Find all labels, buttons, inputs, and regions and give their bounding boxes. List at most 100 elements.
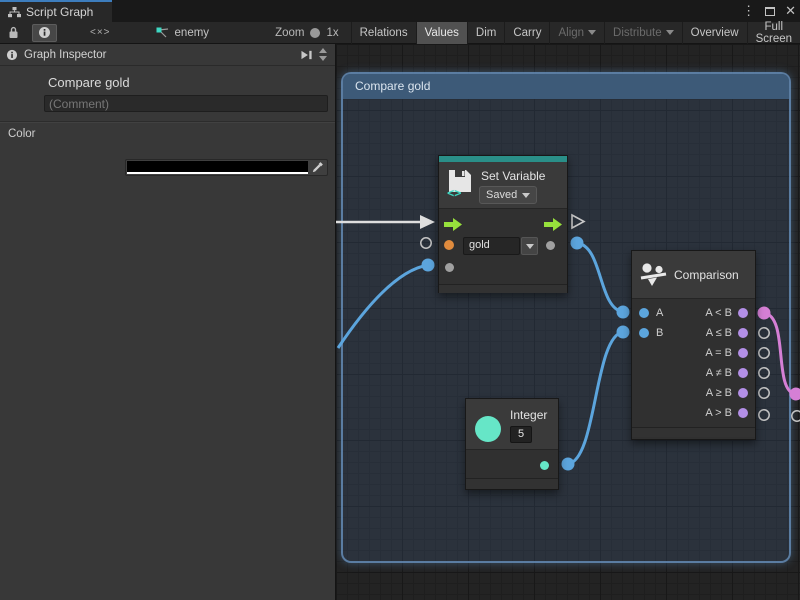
chevron-down-icon (522, 193, 530, 198)
tab-label: Script Graph (26, 5, 93, 19)
port-value-out[interactable] (546, 241, 555, 250)
relations-button[interactable]: Relations (352, 22, 417, 44)
node-title: Comparison (674, 268, 739, 282)
node-footer (439, 284, 567, 293)
close-icon[interactable]: ✕ (785, 0, 796, 22)
port-open-offscreen[interactable] (792, 411, 800, 421)
carry-button[interactable]: Carry (505, 22, 550, 44)
code-view-icon: <×> (90, 27, 111, 38)
svg-text:<>: <> (447, 186, 461, 199)
node-set-variable[interactable]: <> Set Variable Saved gold (438, 155, 568, 293)
port-out-equal[interactable] (738, 348, 748, 358)
control-out-port-icon[interactable] (544, 218, 562, 231)
info-icon (6, 49, 18, 61)
port-out-not-equal[interactable] (738, 368, 748, 378)
overview-button[interactable]: Overview (683, 22, 748, 44)
port-integer-out[interactable] (540, 461, 549, 470)
color-swatch[interactable] (127, 161, 308, 174)
code-view-button[interactable]: <×> (85, 24, 116, 42)
panel-scroll-arrows[interactable] (319, 48, 329, 61)
graph-title: Compare gold (48, 75, 335, 90)
divider (0, 121, 335, 123)
port-value-in[interactable] (445, 263, 454, 272)
graph-inspector-header: Graph Inspector (0, 44, 335, 66)
chevron-down-icon (666, 30, 674, 35)
port-out-greater-equal[interactable] (738, 388, 748, 398)
port-input-b[interactable] (639, 328, 649, 338)
input-b-label: B (656, 327, 663, 339)
node-footer (632, 427, 755, 437)
eyedropper-button[interactable] (308, 160, 327, 175)
port-blue-comparison-a[interactable] (617, 306, 630, 319)
eyedropper-icon (311, 161, 324, 174)
scroll-up-icon[interactable] (319, 48, 327, 53)
node-comparison[interactable]: Comparison A A < B B A ≤ B A = B (631, 250, 756, 440)
port-input-a[interactable] (639, 308, 649, 318)
input-a-label: A (656, 307, 663, 319)
node-title: Set Variable (481, 169, 545, 183)
node-title: Integer (510, 408, 547, 422)
port-open-comparison-gt[interactable] (759, 410, 769, 420)
port-blue-comparison-b[interactable] (617, 326, 630, 339)
graph-inspector-panel: Graph Inspector Compare gold Color (0, 44, 335, 600)
full-screen-button[interactable]: Full Screen (748, 22, 800, 44)
port-out-less-equal[interactable] (738, 328, 748, 338)
port-pink-offscreen[interactable] (790, 388, 800, 401)
comment-input[interactable] (44, 95, 328, 112)
variable-name-field[interactable]: gold (463, 237, 520, 255)
output-label: A ≤ B (706, 327, 732, 339)
zoom-value: 1x (326, 27, 338, 39)
graph-toolbar: <×> enemy Zoom 1x Relations Values Dim C… (0, 22, 800, 44)
port-blue-integer-out[interactable] (562, 458, 575, 471)
port-open-comparison-gte[interactable] (759, 388, 769, 398)
dim-button[interactable]: Dim (468, 22, 505, 44)
values-button[interactable]: Values (417, 22, 468, 44)
distribute-dropdown-button[interactable]: Distribute (605, 22, 683, 44)
wire-offscreen-to-setvar (338, 265, 428, 348)
zoom-slider[interactable] (313, 26, 320, 40)
port-open-comparison-eq[interactable] (759, 348, 769, 358)
node-integer[interactable]: Integer 5 (465, 398, 559, 490)
zoom-label: Zoom (275, 27, 304, 39)
port-pink-comparison-less[interactable] (758, 307, 771, 320)
info-icon (38, 26, 51, 39)
maximize-icon[interactable] (765, 7, 775, 16)
graph-canvas[interactable]: Compare gold (335, 44, 800, 600)
port-blue-setvar-right[interactable] (571, 237, 584, 250)
graph-pointer-breadcrumb[interactable]: enemy (156, 27, 210, 39)
align-dropdown-button[interactable]: Align (550, 22, 605, 44)
port-variable-name[interactable] (444, 240, 454, 250)
port-out-less[interactable] (738, 308, 748, 318)
dock-panel-icon[interactable] (301, 49, 313, 61)
output-label: A ≥ B (706, 387, 732, 399)
port-out-greater[interactable] (738, 408, 748, 418)
window-menu-icon[interactable]: ⋮ (742, 0, 755, 22)
port-open-comparison-neq[interactable] (759, 368, 769, 378)
graph-pointer-label: enemy (175, 27, 210, 39)
color-row: Color (0, 128, 335, 140)
variable-scope-dropdown[interactable]: Saved (479, 186, 537, 204)
port-control-out-external[interactable] (572, 215, 584, 228)
port-blue-setvar-left[interactable] (422, 259, 435, 272)
inspector-toggle-button[interactable] (32, 24, 57, 42)
zoom-slider-knob[interactable] (310, 28, 320, 38)
integer-value-field[interactable]: 5 (510, 426, 532, 443)
variable-dropdown-button[interactable] (521, 237, 538, 255)
script-graph-window: Script Graph ⋮ ✕ <×> (0, 0, 800, 600)
tab-script-graph[interactable]: Script Graph (0, 0, 112, 22)
graph-pointer-icon (156, 27, 170, 39)
output-label: A > B (705, 407, 732, 419)
scroll-down-icon[interactable] (319, 56, 327, 61)
comparison-icon (640, 262, 668, 288)
color-label: Color (8, 128, 35, 140)
titlebar: Script Graph ⋮ ✕ (0, 0, 800, 22)
wire-control-in-arrowhead (420, 215, 435, 229)
lock-icon (8, 26, 19, 39)
port-open-setvar-left[interactable] (421, 238, 431, 248)
chevron-down-icon (526, 244, 534, 249)
alpha-bar (127, 172, 308, 175)
graph-inspector-title: Graph Inspector (24, 49, 106, 61)
lock-button[interactable] (3, 24, 24, 42)
port-open-comparison-lte[interactable] (759, 328, 769, 338)
control-in-port-icon[interactable] (444, 218, 462, 231)
